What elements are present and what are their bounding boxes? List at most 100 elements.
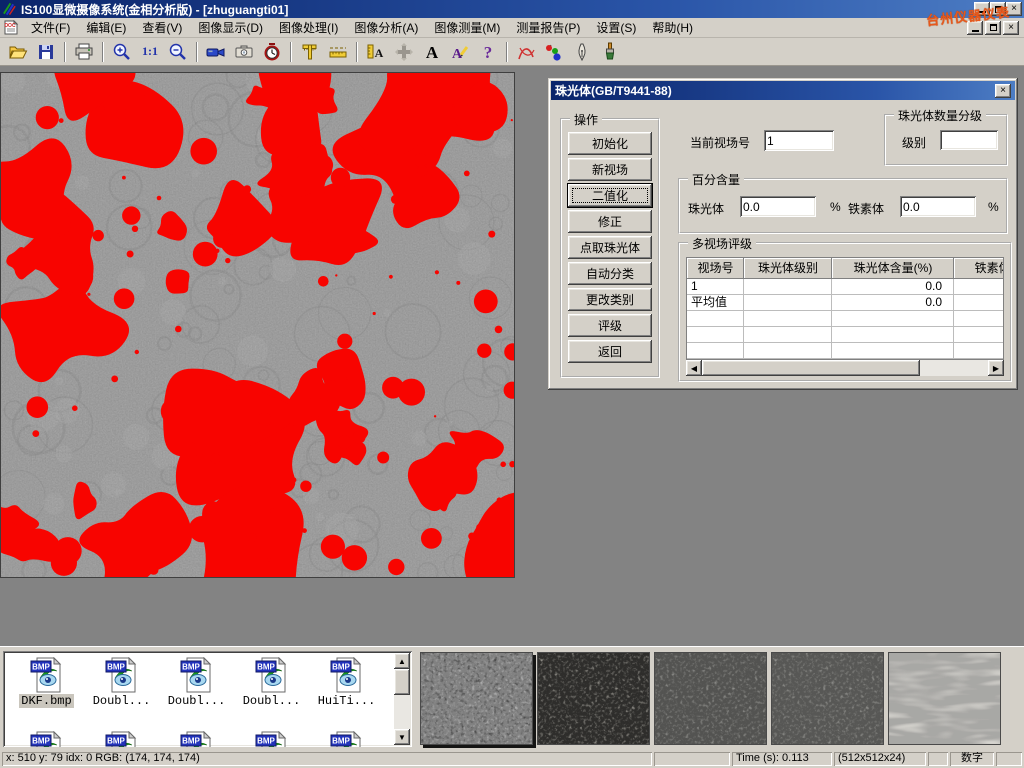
svg-text:BMP: BMP bbox=[182, 663, 200, 672]
file-list[interactable]: BMPDKF.bmpBMPDoubl...BMPDoubl...BMPDoubl… bbox=[3, 651, 412, 747]
file-name[interactable]: HuiTi... bbox=[316, 694, 378, 708]
zoom-in-icon[interactable] bbox=[109, 40, 135, 64]
dialog-button[interactable]: 返回 bbox=[568, 340, 652, 363]
table-cell bbox=[832, 311, 954, 327]
table-header-cell[interactable]: 珠光体含量(%) bbox=[832, 258, 954, 279]
file-item[interactable]: BMP bbox=[159, 731, 234, 747]
table-cell: 1 bbox=[687, 279, 744, 295]
menu-item[interactable]: 图像测量(M) bbox=[426, 17, 508, 39]
dialog-button[interactable]: 评级 bbox=[568, 314, 652, 337]
operation-buttons: 初始化新视场二值化修正点取珠光体自动分类更改类别评级返回 bbox=[562, 120, 658, 363]
annotate-icon[interactable]: A bbox=[447, 40, 473, 64]
restore-button[interactable] bbox=[990, 2, 1006, 16]
dialog-button[interactable]: 初始化 bbox=[568, 132, 652, 155]
measure-text-icon[interactable]: A bbox=[363, 40, 389, 64]
ferrite-percent-input[interactable] bbox=[900, 196, 976, 217]
table-header-cell[interactable]: 铁素体含量(%) bbox=[954, 258, 1003, 279]
file-name[interactable]: Doubl... bbox=[166, 694, 228, 708]
bmp-file-icon: BMP bbox=[329, 731, 365, 747]
pen-icon[interactable] bbox=[569, 40, 595, 64]
dialog-button[interactable]: 点取珠光体 bbox=[568, 236, 652, 259]
file-item[interactable]: BMP Doubl... bbox=[159, 657, 234, 708]
file-item[interactable]: BMP bbox=[84, 731, 159, 747]
thumbnail-5[interactable] bbox=[888, 652, 1001, 745]
table-header-cell[interactable]: 视场号 bbox=[687, 258, 744, 279]
file-item[interactable]: BMP bbox=[9, 731, 84, 747]
help-icon[interactable]: ? bbox=[475, 40, 501, 64]
dialog-button[interactable]: 更改类别 bbox=[568, 288, 652, 311]
status-coordinates: x: 510 y: 79 idx: 0 RGB: (174, 174, 174) bbox=[2, 752, 652, 766]
grade-input[interactable] bbox=[940, 130, 998, 150]
scrollbar-thumb[interactable] bbox=[394, 669, 410, 695]
scrollbar-thumb[interactable] bbox=[702, 360, 920, 376]
scroll-up-icon[interactable]: ▲ bbox=[394, 653, 410, 669]
table-row[interactable]: 10.0 bbox=[687, 279, 1003, 295]
menu-item[interactable]: 设置(S) bbox=[588, 17, 644, 39]
menu-item[interactable]: 图像处理(I) bbox=[271, 17, 346, 39]
dialog-button[interactable]: 修正 bbox=[568, 210, 652, 233]
video-camera-icon[interactable] bbox=[203, 40, 229, 64]
scroll-left-icon[interactable]: ◀ bbox=[686, 360, 702, 376]
menu-item[interactable]: 编辑(E) bbox=[78, 17, 134, 39]
brush-icon[interactable] bbox=[597, 40, 623, 64]
percent-group: 百分含量 珠光体 % 铁素体 % bbox=[678, 178, 1008, 234]
file-name[interactable]: Doubl... bbox=[91, 694, 153, 708]
file-item[interactable]: BMP bbox=[234, 731, 309, 747]
file-item[interactable]: BMPDKF.bmp bbox=[9, 657, 84, 708]
file-item[interactable]: BMPDoubl... bbox=[234, 657, 309, 708]
table-cell bbox=[832, 343, 954, 359]
dialog-button[interactable]: 自动分类 bbox=[568, 262, 652, 285]
menu-item[interactable]: 帮助(H) bbox=[644, 17, 701, 39]
dialog-title-bar[interactable]: 珠光体(GB/T9441-88) × bbox=[551, 81, 1015, 100]
mdi-close-button[interactable]: × bbox=[1003, 21, 1019, 35]
current-field-input[interactable] bbox=[764, 130, 834, 151]
menu-item[interactable]: 查看(V) bbox=[134, 17, 190, 39]
open-icon[interactable] bbox=[5, 40, 31, 64]
bmp-file-icon: BMP bbox=[179, 731, 215, 747]
table-cell bbox=[744, 295, 832, 311]
dialog-button[interactable]: 新视场 bbox=[568, 158, 652, 181]
menu-item[interactable]: 测量报告(P) bbox=[508, 17, 588, 39]
pearlite-percent-input[interactable] bbox=[740, 196, 816, 217]
table-horizontal-scrollbar[interactable]: ◀ ▶ bbox=[686, 360, 1004, 376]
close-button[interactable]: × bbox=[1006, 2, 1022, 16]
table-cell bbox=[687, 327, 744, 343]
table-header-cell[interactable]: 珠光体级别 bbox=[744, 258, 832, 279]
actual-size-icon[interactable]: 1:1 bbox=[137, 40, 163, 64]
menu-item[interactable]: 文件(F) bbox=[23, 17, 78, 39]
file-name[interactable]: DKF.bmp bbox=[19, 694, 73, 708]
menu-item[interactable]: 图像分析(A) bbox=[346, 17, 426, 39]
table-cell bbox=[954, 343, 1004, 359]
thumbnail-4[interactable] bbox=[771, 652, 884, 745]
zoom-out-icon[interactable] bbox=[165, 40, 191, 64]
caliper-icon[interactable] bbox=[297, 40, 323, 64]
print-icon[interactable] bbox=[71, 40, 97, 64]
ruler-icon[interactable] bbox=[325, 40, 351, 64]
save-icon[interactable] bbox=[33, 40, 59, 64]
file-item[interactable]: BMPDoubl... bbox=[84, 657, 159, 708]
dialog-close-icon[interactable]: × bbox=[995, 84, 1011, 98]
table-row[interactable]: 平均值0.0 bbox=[687, 295, 1003, 311]
file-name[interactable]: Doubl... bbox=[241, 694, 303, 708]
menu-item[interactable]: 图像显示(D) bbox=[190, 17, 271, 39]
thumbnail-3[interactable] bbox=[654, 652, 767, 745]
thumbnail-1[interactable] bbox=[420, 652, 533, 745]
curve-icon[interactable] bbox=[513, 40, 539, 64]
scroll-right-icon[interactable]: ▶ bbox=[988, 360, 1004, 376]
file-item[interactable]: BMPHuiTi... bbox=[309, 657, 384, 708]
photo-camera-icon[interactable] bbox=[231, 40, 257, 64]
classify-icon[interactable] bbox=[541, 40, 567, 64]
move-icon[interactable] bbox=[391, 40, 417, 64]
text-icon[interactable]: A bbox=[419, 40, 445, 64]
scroll-down-icon[interactable]: ▼ bbox=[394, 729, 410, 745]
file-list-scrollbar[interactable]: ▲ ▼ bbox=[394, 653, 410, 745]
dialog-button[interactable]: 二值化 bbox=[568, 184, 652, 207]
table-cell: 平均值 bbox=[687, 295, 744, 311]
thumbnail-2[interactable] bbox=[537, 652, 650, 745]
microstructure-image[interactable] bbox=[0, 72, 515, 578]
file-item[interactable]: BMP bbox=[309, 731, 384, 747]
mdi-minimize-button[interactable] bbox=[967, 21, 983, 35]
clock-icon[interactable] bbox=[259, 40, 285, 64]
minimize-button[interactable] bbox=[974, 2, 990, 16]
mdi-restore-button[interactable] bbox=[985, 21, 1001, 35]
